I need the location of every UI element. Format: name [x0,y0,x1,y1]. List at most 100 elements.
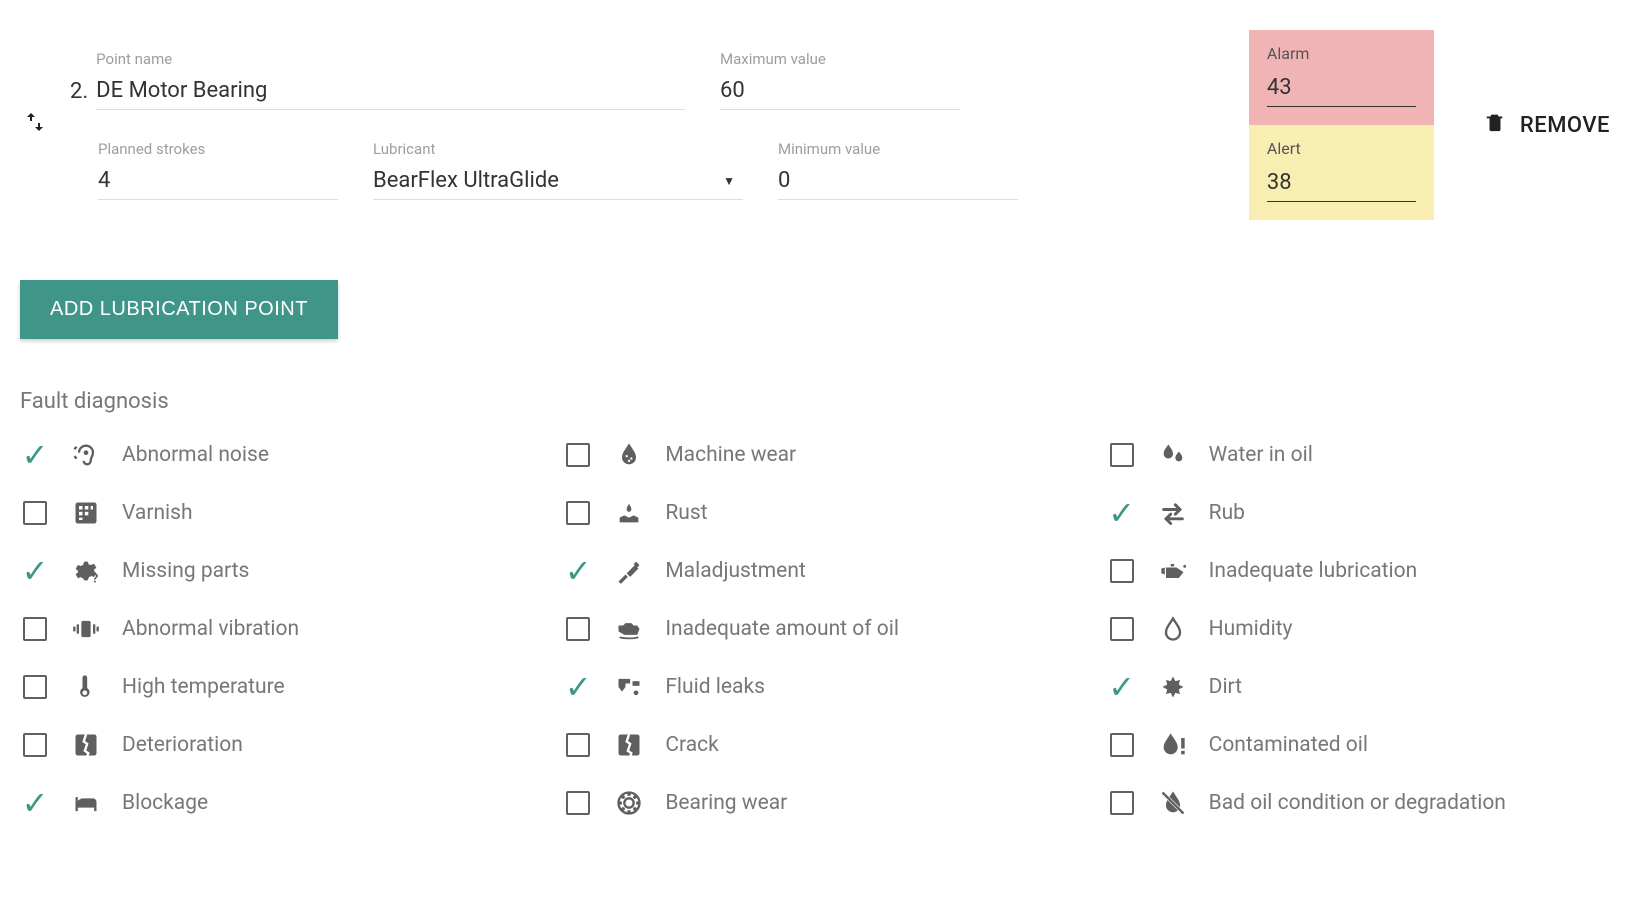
bearing-icon [613,787,645,819]
gear-question-icon: ? [70,555,102,587]
fault-label: Bearing wear [665,791,787,815]
trash-icon [1484,111,1506,139]
max-value-label: Maximum value [720,50,960,68]
rust-icon [613,497,645,529]
lubricant-select[interactable] [373,164,743,200]
fault-item[interactable]: ✓ Abnormal noise [20,439,523,471]
check-icon[interactable]: ✓ [563,672,593,702]
arrows-lr-icon [1157,497,1189,529]
lubricant-field: Lubricant [373,140,743,200]
fault-item[interactable]: Contaminated oil [1107,729,1610,761]
alarm-box: Alarm [1249,30,1434,125]
water-drop-pattern-icon [613,439,645,471]
check-icon[interactable]: ✓ [1107,672,1137,702]
two-drops-icon [1157,439,1189,471]
drop-outline-icon [1157,613,1189,645]
alert-box: Alert [1249,125,1434,220]
checkbox[interactable] [1107,730,1137,760]
fault-label: Abnormal vibration [122,617,299,641]
planned-strokes-input[interactable] [98,164,338,200]
remove-button[interactable]: REMOVE [1454,111,1610,139]
check-icon[interactable]: ✓ [20,440,50,470]
fault-label: Blockage [122,791,208,815]
fault-item[interactable]: ✓?Missing parts [20,555,523,587]
fault-item[interactable]: Bearing wear [563,787,1066,819]
checkbox[interactable] [563,730,593,760]
ear-icon [70,439,102,471]
add-lubrication-point-button[interactable]: ADD LUBRICATION POINT [20,280,338,339]
crack-square-icon [613,729,645,761]
fault-item[interactable]: ✓Fluid leaks [563,671,1066,703]
fault-label: High temperature [122,675,285,699]
alarm-label: Alarm [1267,44,1416,63]
fault-item[interactable]: High temperature [20,671,523,703]
checkbox[interactable] [20,498,50,528]
lubrication-point-row: 2. Point name Maximum value Planned stro… [20,30,1610,220]
checkbox[interactable] [1107,556,1137,586]
point-index: 2. [70,79,88,110]
oil-can-icon [1157,555,1189,587]
fault-label: Rust [665,501,707,525]
checkbox[interactable] [1107,440,1137,470]
check-icon[interactable]: ✓ [20,788,50,818]
fault-item[interactable]: ✓Maladjustment [563,555,1066,587]
check-icon[interactable]: ✓ [1107,498,1137,528]
fault-item[interactable]: Varnish [20,497,523,529]
thermometer-icon [70,671,102,703]
point-name-field: 2. Point name [70,50,685,110]
check-icon[interactable]: ✓ [563,556,593,586]
planned-strokes-label: Planned strokes [98,140,338,158]
fault-item[interactable]: Rust [563,497,1066,529]
point-name-label: Point name [96,50,685,68]
fault-grid: ✓ Abnormal noise Machine wear Water in oil V… [20,439,1610,819]
alarm-input[interactable] [1267,71,1416,107]
alert-input[interactable] [1267,166,1416,202]
point-name-input[interactable] [96,74,685,110]
fault-item[interactable]: Crack [563,729,1066,761]
max-value-input[interactable] [720,74,960,110]
fault-item[interactable]: Humidity [1107,613,1610,645]
grid-square-icon [70,497,102,529]
check-icon[interactable]: ✓ [20,556,50,586]
fault-label: Inadequate lubrication [1209,559,1418,583]
fault-diagnosis-title: Fault diagnosis [20,389,1610,414]
fault-item[interactable]: Abnormal vibration [20,613,523,645]
fault-item[interactable]: ✓Rub [1107,497,1610,529]
checkbox[interactable] [20,672,50,702]
checkbox[interactable] [563,614,593,644]
planned-strokes-field: Planned strokes [98,140,338,200]
checkbox[interactable] [563,498,593,528]
fault-label: Abnormal noise [122,443,269,467]
fault-label: Machine wear [665,443,796,467]
fault-item[interactable]: Water in oil [1107,439,1610,471]
checkbox[interactable] [563,788,593,818]
screwdriver-icon [613,555,645,587]
fault-item[interactable]: Machine wear [563,439,1066,471]
fault-label: Contaminated oil [1209,733,1368,757]
drag-handle-icon[interactable] [20,110,50,140]
splat-icon [1157,671,1189,703]
fault-item[interactable]: Bad oil condition or degradation [1107,787,1610,819]
fault-item[interactable]: ✓Dirt [1107,671,1610,703]
threshold-group: Alarm Alert [1249,30,1434,220]
drop-warn-icon [1157,729,1189,761]
checkbox[interactable] [20,614,50,644]
fault-label: Deterioration [122,733,243,757]
checkbox[interactable] [1107,614,1137,644]
fault-item[interactable]: Inadequate amount of oil [563,613,1066,645]
fault-label: Water in oil [1209,443,1313,467]
drop-slash-icon [1157,787,1189,819]
alert-label: Alert [1267,139,1416,158]
fault-item[interactable]: ✓ Blockage [20,787,523,819]
min-value-input[interactable] [778,164,1018,200]
fault-item[interactable]: Deterioration [20,729,523,761]
fault-item[interactable]: Inadequate lubrication [1107,555,1610,587]
min-value-field: Minimum value [778,140,1018,200]
checkbox[interactable] [20,730,50,760]
bed-icon [70,787,102,819]
checkbox[interactable] [563,440,593,470]
fault-label: Humidity [1209,617,1293,641]
vibration-icon [70,613,102,645]
crack-square-icon [70,729,102,761]
checkbox[interactable] [1107,788,1137,818]
